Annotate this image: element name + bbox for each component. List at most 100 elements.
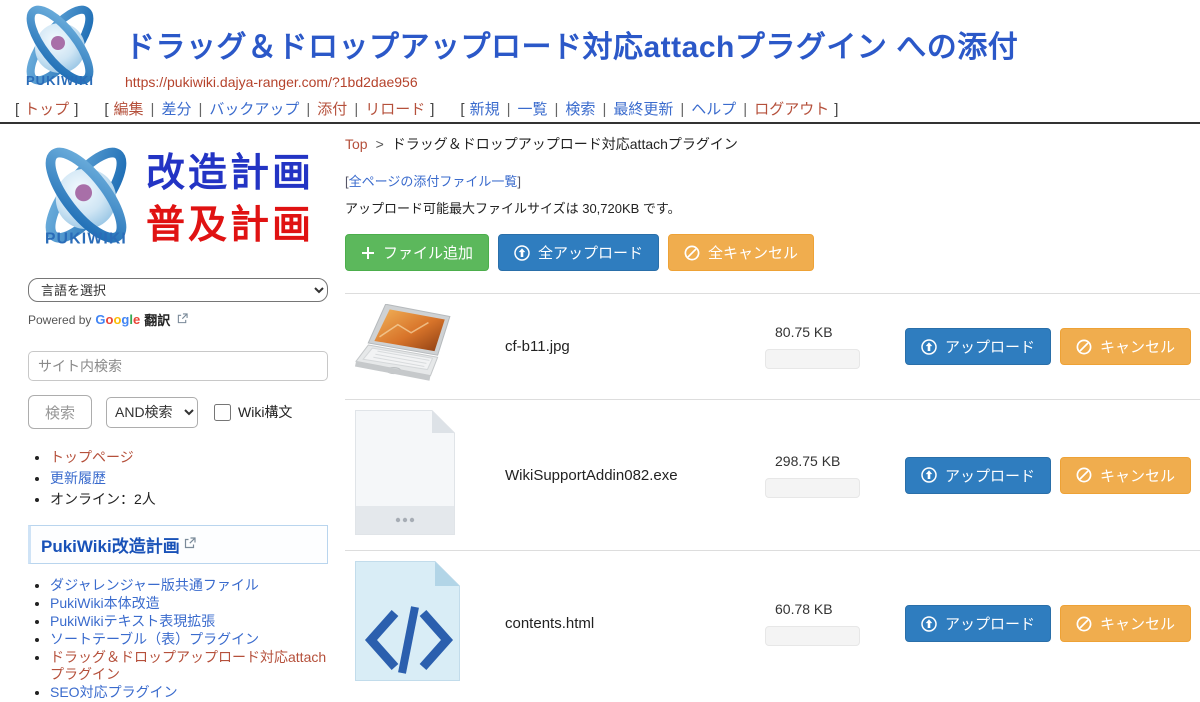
upload-circle-icon [514, 245, 530, 261]
file-name: cf-b11.jpg [505, 338, 765, 355]
sidebar-main-links: ダジャレンジャー版共通ファイル PukiWiki本体改造 PukiWikiテキス… [28, 577, 328, 701]
laptop-photo-thumbnail [345, 304, 505, 389]
list-item: ダジャレンジャー版共通ファイル [50, 577, 328, 594]
file-name: contents.html [505, 615, 765, 632]
upload-button[interactable]: アップロード [905, 457, 1051, 494]
page-url-link[interactable]: https://pukiwiki.dajya-ranger.com/?1bd2d… [125, 74, 1018, 90]
atom-logo-icon-small: PUKIWIKI [28, 141, 144, 259]
atom-logo-icon: PUKIWIKI [12, 5, 108, 93]
logo-text-fukyuu: 普及計画 [146, 200, 314, 252]
progress-bar [765, 349, 860, 369]
cancel-button[interactable]: キャンセル [1060, 457, 1191, 494]
sidebar-logo[interactable]: PUKIWIKI 改造計画 普及計画 [28, 134, 328, 266]
upload-button[interactable]: アップロード [905, 328, 1051, 365]
list-item: 更新履歴 [50, 470, 328, 487]
html-code-file-icon [345, 561, 505, 686]
logo-brand-text: PUKIWIKI [26, 73, 94, 88]
generic-file-icon [345, 410, 505, 540]
upload-all-button[interactable]: 全アップロード [498, 234, 659, 271]
sidebar-item-common-files[interactable]: ダジャレンジャー版共通ファイル [50, 577, 259, 593]
powered-by-google: Powered by Google 翻訳 [28, 310, 328, 329]
ban-icon [1076, 339, 1092, 355]
upload-action-bar: ファイル追加 全アップロード 全キャンセル [345, 234, 1200, 271]
breadcrumb: Top>ドラッグ＆ドロップアップロード対応attachプラグイン [345, 134, 1200, 154]
sidebar-top-links: トップページ 更新履歴 オンライン：2人 [28, 449, 328, 508]
nav-item-reload[interactable]: リロード [365, 101, 425, 118]
max-upload-size-text: アップロード可能最大ファイルサイズは 30,720KB です。 [345, 198, 1200, 217]
nav-group-site: [新規|一覧|検索|最終更新|ヘルプ|ログアウト] [455, 98, 843, 119]
external-link-icon [177, 313, 188, 327]
site-search-input[interactable] [28, 351, 328, 381]
page-header: PUKIWIKI ドラッグ＆ドロップアップロード対応attachプラグイン への… [0, 0, 1200, 94]
and-or-select[interactable]: AND検索 [106, 397, 198, 428]
nav-item-help[interactable]: ヘルプ [691, 101, 736, 118]
sidebar: PUKIWIKI 改造計画 普及計画 言語を選択 Powered by Goog… [28, 134, 328, 702]
list-item: トップページ [50, 449, 328, 466]
wiki-syntax-checkbox[interactable] [214, 404, 231, 421]
nav-item-logout[interactable]: ログアウト [754, 101, 829, 118]
cancel-button[interactable]: キャンセル [1060, 605, 1191, 642]
sidebar-item-text-ext[interactable]: PukiWikiテキスト表現拡張 [50, 613, 215, 629]
nav-item-edit[interactable]: 編集 [114, 101, 144, 118]
breadcrumb-top-link[interactable]: Top [345, 136, 368, 152]
translate-link[interactable]: 翻訳 [144, 310, 170, 329]
upload-file-list: cf-b11.jpg 80.75 KB アップロード キャンセル [345, 293, 1200, 696]
nav-item-backup[interactable]: バックアップ [209, 101, 299, 118]
upload-circle-icon [921, 616, 937, 632]
sidebar-project-link[interactable]: PukiWiki改造計画 [41, 532, 180, 557]
sidebar-item-online-count: オンライン：2人 [50, 491, 156, 507]
file-row: contents.html 60.78 KB アップロード キャンセル [345, 550, 1200, 696]
file-size: 80.75 KB [775, 324, 885, 340]
breadcrumb-current: ドラッグ＆ドロップアップロード対応attachプラグイン [392, 136, 738, 152]
list-item: PukiWikiテキスト表現拡張 [50, 613, 328, 630]
file-row: cf-b11.jpg 80.75 KB アップロード キャンセル [345, 293, 1200, 399]
ban-icon [684, 245, 700, 261]
list-item: ドラッグ＆ドロップアップロード対応attachプラグイン [50, 649, 328, 683]
file-size: 60.78 KB [775, 601, 885, 617]
wiki-syntax-label: Wiki構文 [238, 402, 292, 422]
top-navbar: [トップ] [編集|差分|バックアップ|添付|リロード] [新規|一覧|検索|最… [0, 94, 1200, 124]
sidebar-project-box[interactable]: PukiWiki改造計画 [28, 525, 328, 564]
sidebar-item-core-mod[interactable]: PukiWiki本体改造 [50, 595, 160, 611]
nav-item-recent[interactable]: 最終更新 [613, 101, 673, 118]
progress-bar [765, 478, 860, 498]
progress-bar [765, 626, 860, 646]
nav-item-top[interactable]: トップ [24, 101, 69, 118]
upload-button[interactable]: アップロード [905, 605, 1051, 642]
add-file-button[interactable]: ファイル追加 [345, 234, 489, 271]
upload-circle-icon [921, 339, 937, 355]
plus-icon [361, 246, 375, 260]
external-link-icon [184, 536, 196, 554]
language-select[interactable]: 言語を選択 [28, 278, 328, 302]
sidebar-item-seo-plugin[interactable]: SEO対応プラグイン [50, 684, 178, 700]
sidebar-item-dragdrop-attach[interactable]: ドラッグ＆ドロップアップロード対応attachプラグイン [50, 649, 326, 682]
sidebar-item-toppage[interactable]: トップページ [50, 449, 134, 465]
cancel-button[interactable]: キャンセル [1060, 328, 1191, 365]
cancel-all-button[interactable]: 全キャンセル [668, 234, 814, 271]
pukiwiki-logo[interactable]: PUKIWIKI [12, 5, 108, 98]
main-content: Top>ドラッグ＆ドロップアップロード対応attachプラグイン [全ページの添… [345, 128, 1200, 696]
google-wordmark: Google [95, 312, 140, 327]
nav-item-attach[interactable]: 添付 [317, 101, 347, 118]
nav-item-search[interactable]: 検索 [565, 101, 595, 118]
svg-text:PUKIWIKI: PUKIWIKI [45, 231, 127, 248]
nav-group-page: [編集|差分|バックアップ|添付|リロード] [99, 98, 439, 119]
list-item: ソートテーブル（表）プラグイン [50, 631, 328, 648]
nav-item-diff[interactable]: 差分 [161, 101, 191, 118]
all-attachments-link[interactable]: 全ページの添付ファイル一覧 [349, 174, 518, 189]
upload-circle-icon [921, 467, 937, 483]
search-button[interactable]: 検索 [28, 395, 92, 429]
ban-icon [1076, 616, 1092, 632]
sidebar-item-history[interactable]: 更新履歴 [50, 470, 106, 486]
list-item: オンライン：2人 [50, 491, 328, 508]
file-name: WikiSupportAddin082.exe [505, 467, 765, 484]
page-title: ドラッグ＆ドロップアップロード対応attachプラグイン への添付 [125, 22, 1018, 66]
logo-text-kaizou: 改造計画 [146, 148, 314, 200]
nav-item-new[interactable]: 新規 [470, 101, 500, 118]
nav-group-top: [トップ] [10, 98, 83, 119]
list-item: SEO対応プラグイン [50, 684, 328, 701]
file-row: WikiSupportAddin082.exe 298.75 KB アップロード… [345, 399, 1200, 550]
sidebar-item-sorttable[interactable]: ソートテーブル（表）プラグイン [50, 631, 259, 647]
file-size: 298.75 KB [775, 453, 885, 469]
nav-item-list[interactable]: 一覧 [518, 101, 548, 118]
